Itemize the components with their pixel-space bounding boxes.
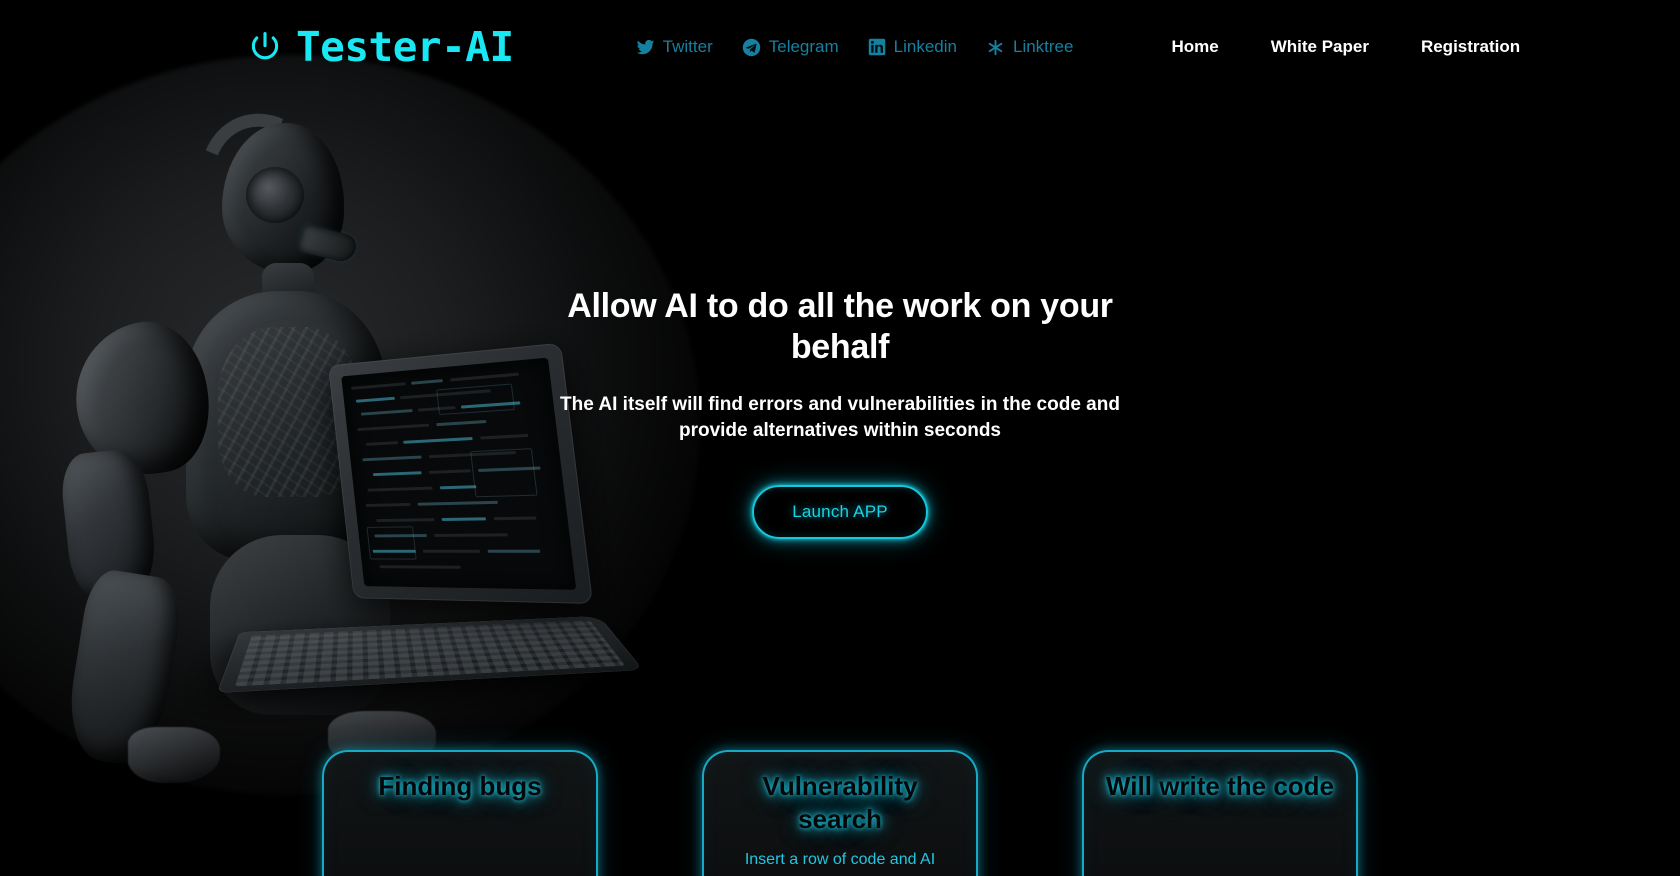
feature-card-title: Will write the code (1105, 771, 1335, 801)
social-label-linkedin: Linkedin (893, 37, 957, 56)
feature-card-title: Finding bugs (378, 771, 542, 801)
hero-cta-wrapper: Launch APP (0, 484, 1680, 539)
feature-card-finding-bugs[interactable]: Finding bugs (322, 750, 598, 876)
social-links: Twitter Telegram Linkedin Linktree (636, 37, 1073, 57)
social-link-twitter[interactable]: Twitter (636, 37, 713, 57)
hero-subtitle: The AI itself will find errors and vulne… (560, 393, 1120, 442)
social-link-linkedin[interactable]: Linkedin (868, 37, 957, 57)
hero-title: Allow AI to do all the work on your beha… (567, 287, 1113, 366)
social-link-telegram[interactable]: Telegram (742, 37, 839, 57)
feature-card-will-write-the-code[interactable]: Will write the code (1082, 750, 1358, 876)
social-label-twitter: Twitter (662, 37, 713, 56)
brand-logo[interactable]: Tester-AI (248, 22, 514, 71)
twitter-icon (636, 38, 655, 57)
brand-name: Tester-AI (296, 22, 514, 71)
nav-item-white-paper[interactable]: White Paper (1271, 37, 1369, 57)
feature-cards: Finding bugs Vulnerability search Insert… (0, 750, 1680, 876)
hero-section: Allow AI to do all the work on your beha… (0, 286, 1680, 539)
telegram-icon (742, 38, 761, 57)
site-header: Tester-AI Twitter Telegram Linkedin Link… (0, 0, 1680, 94)
robot-eye (246, 167, 304, 223)
linktree-icon (986, 38, 1005, 57)
power-icon (248, 30, 282, 64)
social-link-linktree[interactable]: Linktree (986, 37, 1073, 57)
nav-item-registration[interactable]: Registration (1421, 37, 1520, 57)
feature-card-title: Vulnerability search (762, 771, 918, 835)
launch-app-button[interactable]: Launch APP (752, 484, 928, 539)
feature-card-body: Insert a row of code and AI (744, 850, 936, 868)
feature-card-vulnerability-search[interactable]: Vulnerability search Insert a row of cod… (702, 750, 978, 876)
linkedin-icon (868, 38, 886, 56)
nav-item-home[interactable]: Home (1171, 37, 1218, 57)
laptop-keys (234, 620, 626, 687)
social-label-linktree: Linktree (1012, 37, 1074, 56)
social-label-telegram: Telegram (768, 37, 839, 56)
main-navigation: Home White Paper Registration (1171, 37, 1520, 57)
